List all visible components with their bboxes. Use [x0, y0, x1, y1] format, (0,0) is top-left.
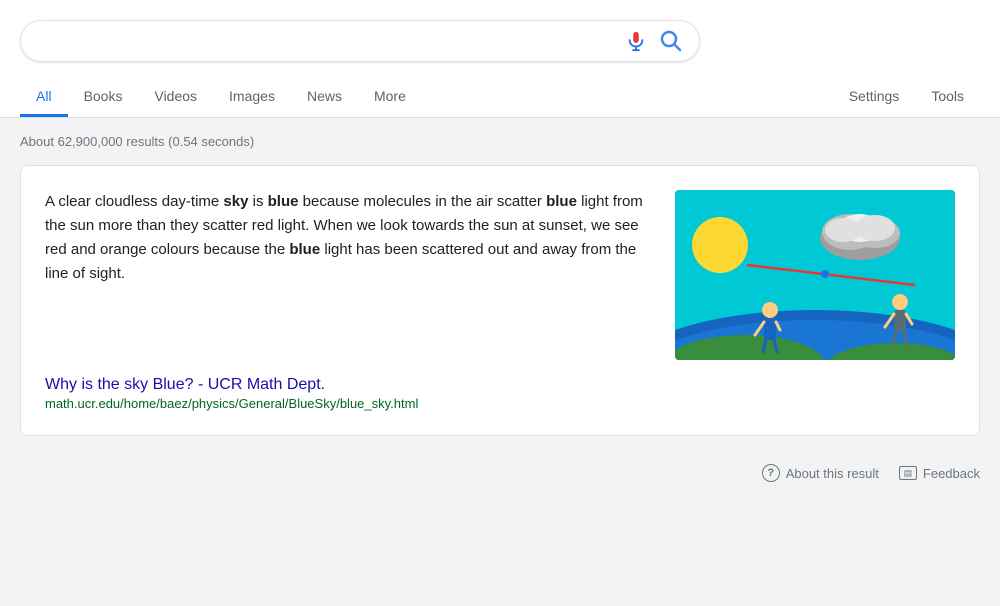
footer-bar: ? About this result ▤ Feedback	[0, 452, 1000, 494]
results-count: About 62,900,000 results (0.54 seconds)	[20, 134, 980, 149]
tab-images[interactable]: Images	[213, 78, 291, 117]
snippet-content: A clear cloudless day-time sky is blue b…	[45, 190, 955, 360]
snippet-url: math.ucr.edu/home/baez/physics/General/B…	[45, 396, 955, 411]
main-content: About 62,900,000 results (0.54 seconds) …	[0, 118, 1000, 452]
snippet-link: Why is the sky Blue? - UCR Math Dept. ma…	[45, 376, 955, 411]
feedback-icon: ▤	[899, 466, 917, 480]
snippet-title-link[interactable]: Why is the sky Blue? - UCR Math Dept.	[45, 376, 325, 393]
search-icon[interactable]	[659, 29, 683, 53]
search-input[interactable]: Why is the sky blue	[37, 31, 625, 52]
snippet-card: A clear cloudless day-time sky is blue b…	[20, 165, 980, 436]
nav-right: Settings Tools	[833, 78, 980, 117]
tab-news[interactable]: News	[291, 78, 358, 117]
about-result-item[interactable]: ? About this result	[762, 464, 879, 482]
tab-tools[interactable]: Tools	[915, 78, 980, 117]
about-icon: ?	[762, 464, 780, 482]
search-box: Why is the sky blue	[20, 20, 700, 62]
search-icons	[625, 29, 683, 53]
tab-videos[interactable]: Videos	[138, 78, 213, 117]
header: Why is the sky blue All Books Videos	[0, 0, 1000, 118]
tab-settings[interactable]: Settings	[833, 78, 916, 117]
tab-more[interactable]: More	[358, 78, 422, 117]
nav-tabs: All Books Videos Images News More Settin…	[20, 74, 980, 117]
mic-icon[interactable]	[625, 30, 647, 52]
snippet-text: A clear cloudless day-time sky is blue b…	[45, 190, 651, 286]
about-label: About this result	[786, 466, 879, 481]
tab-books[interactable]: Books	[68, 78, 139, 117]
snippet-image	[675, 190, 955, 360]
feedback-item[interactable]: ▤ Feedback	[899, 466, 980, 481]
tab-all[interactable]: All	[20, 78, 68, 117]
search-bar-row: Why is the sky blue	[20, 12, 980, 74]
feedback-label: Feedback	[923, 466, 980, 481]
